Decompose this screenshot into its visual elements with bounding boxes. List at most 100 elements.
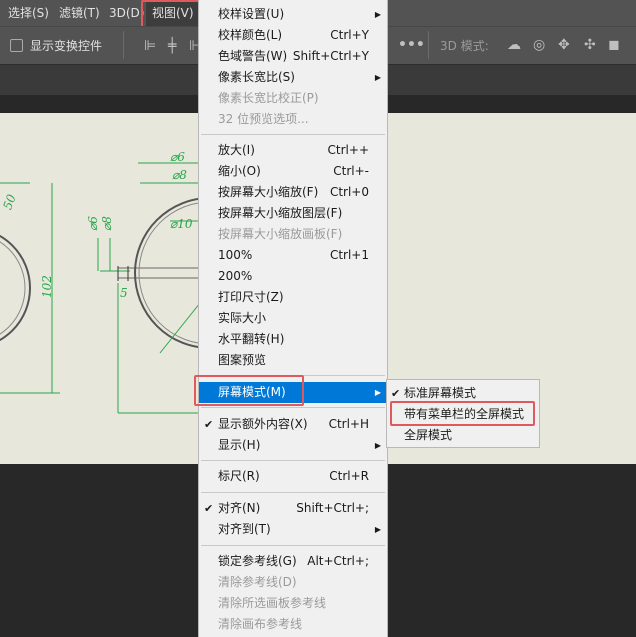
submenu-arrow-icon: ▶: [374, 10, 381, 19]
show-transform-checkbox[interactable]: [10, 39, 23, 52]
menu-item-label: 校样颜色(L): [218, 28, 283, 42]
checkmark-icon: ✔: [204, 418, 214, 431]
view-menu-item-1-0[interactable]: 放大(I) Ctrl++: [199, 140, 387, 161]
menu-item-label: 像素长宽比(S): [218, 70, 295, 84]
submenu-arrow-icon: ▶: [374, 441, 381, 450]
menu-separator: [201, 545, 385, 546]
menu-item-shortcut: Ctrl+R: [329, 469, 369, 483]
menu-separator: [201, 134, 385, 135]
view-menu-item-1-4: 按屏幕大小缩放画板(F): [199, 224, 387, 245]
dimension-label: ⌀10: [170, 217, 193, 231]
view-menu-item-1-8[interactable]: 实际大小: [199, 308, 387, 329]
view-menu-item-1-3[interactable]: 按屏幕大小缩放图层(F): [199, 203, 387, 224]
show-transform-label: 显示变换控件: [30, 39, 103, 53]
screen-mode-highlight: [194, 375, 304, 406]
menu-item-label: 打印尺寸(Z): [218, 290, 284, 304]
submenu-arrow-icon: ▶: [374, 388, 381, 397]
menu-filter[interactable]: 滤镜(T): [59, 0, 100, 26]
fullscreen-with-menubar-highlight: [390, 401, 535, 426]
view-menu-item-1-10[interactable]: 图案预览: [199, 350, 387, 371]
3d-camera-icon[interactable]: ◼: [608, 37, 620, 53]
view-menu-item-1-7[interactable]: 打印尺寸(Z): [199, 287, 387, 308]
view-menu-item-1-5[interactable]: 100% Ctrl+1: [199, 245, 387, 266]
view-menu-item-0-0[interactable]: 校样设置(U) ▶: [199, 4, 387, 25]
view-menu-item-6-1: 清除参考线(D): [199, 572, 387, 593]
view-menu-item-3-0[interactable]: ✔ 显示额外内容(X) Ctrl+H: [199, 414, 387, 435]
view-menu-item-0-2[interactable]: 色域警告(W) Shift+Ctrl+Y: [199, 46, 387, 67]
view-menu-item-4-0[interactable]: 标尺(R) Ctrl+R: [199, 466, 387, 487]
menu-item-label: 水平翻转(H): [218, 332, 285, 346]
view-menu-item-6-0[interactable]: 锁定参考线(G) Alt+Ctrl+;: [199, 551, 387, 572]
view-menu-item-0-3[interactable]: 像素长宽比(S) ▶: [199, 67, 387, 88]
menu-item-label: 200%: [218, 269, 253, 283]
menu-item-label: 标尺(R): [218, 469, 260, 483]
view-menu-item-6-3: 清除画布参考线: [199, 614, 387, 635]
view-menu-item-5-1[interactable]: 对齐到(T) ▶: [199, 519, 387, 540]
dimension-label: ⌀6: [170, 150, 185, 164]
menu-item-label: 色域警告(W): [218, 49, 288, 63]
menu-item-shortcut: Ctrl++: [327, 143, 369, 157]
view-menu-item-1-1[interactable]: 缩小(O) Ctrl+-: [199, 161, 387, 182]
menu-item-shortcut: Ctrl+H: [328, 417, 369, 431]
menu-item-shortcut: Ctrl+1: [329, 248, 369, 262]
3d-roll-icon[interactable]: ◎: [533, 37, 545, 53]
menu-separator: [201, 492, 385, 493]
menu-item-label: 图案预览: [218, 353, 267, 367]
menu-item-label: 显示额外内容(X): [218, 417, 308, 431]
menu-3d[interactable]: 3D(D): [109, 0, 144, 26]
view-menu-item-0-4: 像素长宽比校正(P): [199, 88, 387, 109]
menu-item-shortcut: Ctrl+0: [329, 185, 369, 199]
view-dropdown-menu: 校样设置(U) ▶ 校样颜色(L) Ctrl+Y 色域警告(W) Shift+Ctrl+Y…: [198, 0, 388, 637]
view-menu-item-0-5: 32 位预览选项...: [199, 109, 387, 130]
view-menu-item-0-1[interactable]: 校样颜色(L) Ctrl+Y: [199, 25, 387, 46]
dimension-label: 102: [40, 275, 54, 298]
menu-separator: [201, 407, 385, 408]
technical-drawing-left: [0, 162, 200, 414]
menu-item-label: 清除参考线(D): [218, 575, 297, 589]
menu-item-label: 100%: [218, 248, 253, 262]
align-center-icon[interactable]: ╪: [168, 38, 176, 54]
divider: [123, 31, 124, 59]
menu-item-label: 按屏幕大小缩放(F): [218, 185, 319, 199]
menu-item-label: 按屏幕大小缩放图层(F): [218, 206, 343, 220]
align-left-icon[interactable]: ⊫: [144, 38, 156, 54]
checkmark-icon: ✔: [204, 502, 214, 515]
submenu-arrow-icon: ▶: [374, 73, 381, 82]
submenu-arrow-icon: ▶: [374, 525, 381, 534]
menu-item-shortcut: Alt+Ctrl+;: [307, 554, 369, 568]
menu-select[interactable]: 选择(S): [8, 0, 49, 26]
more-options-icon[interactable]: •••: [398, 37, 425, 53]
view-menu-item-1-2[interactable]: 按屏幕大小缩放(F) Ctrl+0: [199, 182, 387, 203]
menu-item-shortcut: Shift+Ctrl+Y: [292, 49, 369, 63]
menu-item-label: 锁定参考线(G): [218, 554, 297, 568]
view-menu-item-6-2: 清除所选画板参考线: [199, 593, 387, 614]
menu-item-label: 缩小(O): [218, 164, 261, 178]
menu-item-shortcut: Ctrl+-: [333, 164, 369, 178]
menu-item-label: 清除画布参考线: [218, 617, 303, 631]
dimension-label: ⌀8: [100, 216, 114, 231]
submenu-item-label: 全屏模式: [404, 428, 453, 442]
menu-separator: [201, 460, 385, 461]
menu-item-label: 实际大小: [218, 311, 267, 325]
menu-item-label: 校样设置(U): [218, 7, 285, 21]
view-menu-item-5-0[interactable]: ✔ 对齐(N) Shift+Ctrl+;: [199, 498, 387, 519]
dimension-label: ⌀6: [86, 216, 100, 231]
menu-item-label: 32 位预览选项...: [218, 112, 309, 126]
menu-item-label: 按屏幕大小缩放画板(F): [218, 227, 343, 241]
menu-item-label: 像素长宽比校正(P): [218, 91, 319, 105]
view-menu-item-1-6[interactable]: 200%: [199, 266, 387, 287]
menu-item-label: 放大(I): [218, 143, 255, 157]
menu-item-label: 对齐到(T): [218, 522, 271, 536]
3d-slide-icon[interactable]: ✣: [584, 37, 596, 53]
view-menu-item-3-1[interactable]: 显示(H) ▶: [199, 435, 387, 456]
menu-item-shortcut: Ctrl+Y: [330, 28, 369, 42]
3d-orbit-icon[interactable]: ☁: [507, 37, 521, 53]
divider: [428, 31, 429, 59]
menu-item-label: 对齐(N): [218, 501, 261, 515]
3d-pan-icon[interactable]: ✥: [558, 37, 570, 53]
screen-mode-option-2[interactable]: 全屏模式: [387, 425, 539, 446]
document-canvas-left: ⌀6 ⌀8 ⌀10 ⌀8 ⌀6 50 102 5: [0, 113, 200, 464]
menu-item-shortcut: Shift+Ctrl+;: [296, 501, 369, 515]
view-menu-item-1-9[interactable]: 水平翻转(H): [199, 329, 387, 350]
menu-item-label: 清除所选画板参考线: [218, 596, 327, 610]
